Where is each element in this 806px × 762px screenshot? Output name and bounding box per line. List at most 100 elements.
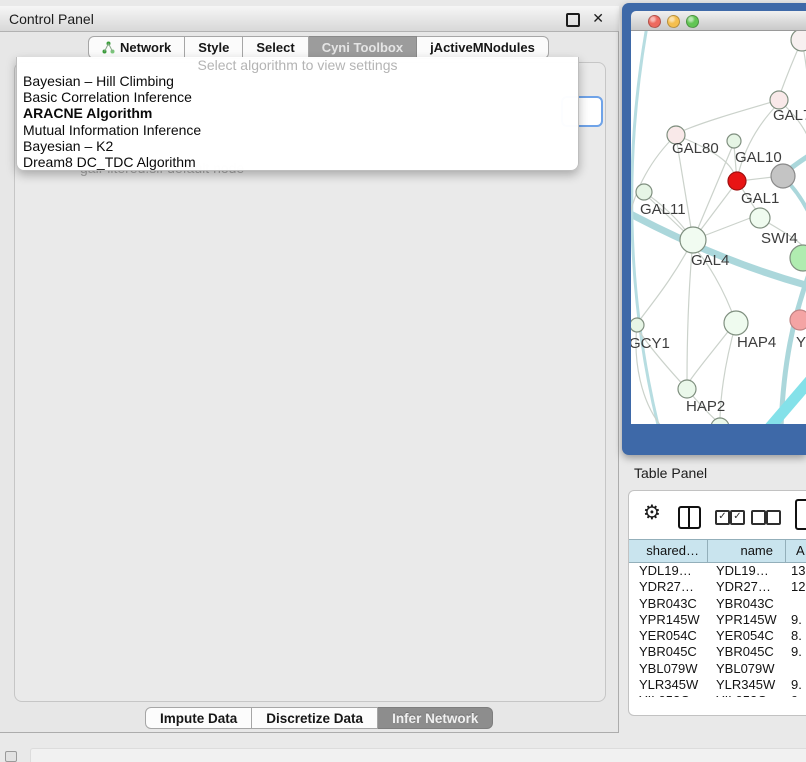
dropdown-item-aracne-algorithm[interactable]: ARACNE Algorithm bbox=[17, 105, 578, 121]
table-cell: YBR045C bbox=[629, 644, 708, 660]
network-node-label: GCY1 bbox=[631, 335, 670, 352]
network-node[interactable] bbox=[790, 245, 806, 271]
network-graph: GAL7GAL80GAL10GAL1SWI4GAL11GAL4GCY1HAP4Y… bbox=[631, 31, 806, 424]
table-cell: YBL079W bbox=[708, 661, 786, 677]
table-cell: YPR145W bbox=[629, 612, 708, 628]
table-row[interactable]: YDL19…YDL19…13 bbox=[629, 563, 806, 579]
network-view-titlebar[interactable] bbox=[631, 11, 806, 31]
table-cell: 9. bbox=[786, 693, 806, 697]
network-node-y[interactable] bbox=[790, 310, 806, 330]
tab-select[interactable]: Select bbox=[243, 36, 308, 59]
settings-gear-icon[interactable]: ⚙ bbox=[643, 500, 661, 525]
network-icon bbox=[102, 41, 115, 54]
close-traffic-light-icon[interactable] bbox=[648, 15, 661, 28]
table-panel-title: Table Panel bbox=[634, 465, 707, 481]
network-node-label: GAL10 bbox=[735, 149, 782, 166]
network-node-gal11[interactable] bbox=[636, 184, 652, 200]
split-columns-icon[interactable] bbox=[678, 506, 701, 529]
tab-infer-network[interactable]: Infer Network bbox=[378, 707, 493, 729]
table-cell: YIL052C bbox=[629, 693, 708, 697]
table-cell: 13 bbox=[786, 563, 806, 579]
column-header-a[interactable]: A bbox=[786, 540, 806, 562]
table-cell: 9. bbox=[786, 677, 806, 693]
dropdown-item-bayesian-hill-climbing[interactable]: Bayesian – Hill Climbing bbox=[17, 73, 578, 89]
control-panel-title: Control Panel bbox=[9, 11, 94, 27]
dropdown-item-mutual-information-inference[interactable]: Mutual Information Inference bbox=[17, 122, 578, 138]
tab-discretize-data[interactable]: Discretize Data bbox=[252, 707, 378, 729]
unchecked-pair-icon[interactable] bbox=[751, 510, 766, 525]
table-cell: YLR345W bbox=[629, 677, 708, 693]
table-cell: YER054C bbox=[708, 628, 786, 644]
network-node-hap2[interactable] bbox=[678, 380, 696, 398]
tab-label: Cyni Toolbox bbox=[322, 40, 403, 55]
tab-label: Select bbox=[256, 40, 294, 55]
table-cell: YDR27… bbox=[708, 579, 786, 595]
network-node[interactable] bbox=[771, 164, 795, 188]
table-cell: 12 bbox=[786, 579, 806, 595]
table-cell: YBR043C bbox=[629, 596, 708, 612]
tab-cyni-toolbox[interactable]: Cyni Toolbox bbox=[309, 36, 417, 59]
column-header-name[interactable]: name bbox=[708, 540, 786, 562]
checked-pair-icon[interactable]: ✓ bbox=[715, 510, 730, 525]
panel-tabs: Network Style Select Cyni Toolbox jActiveMNo… bbox=[88, 36, 549, 59]
network-node-label: HAP2 bbox=[686, 398, 725, 415]
checked-pair-icon[interactable]: ✓ bbox=[730, 510, 745, 525]
table-body: YDL19…YDL19…13YDR27…YDR27…12YBR043CYBR04… bbox=[629, 563, 806, 697]
table-cell: YDL19… bbox=[708, 563, 786, 579]
page-icon[interactable] bbox=[795, 499, 806, 530]
unchecked-pair-icon[interactable] bbox=[766, 510, 781, 525]
dropdown-item-dream8-dc-tdc-algorithm[interactable]: Dream8 DC_TDC Algorithm bbox=[17, 154, 578, 170]
network-node[interactable] bbox=[791, 31, 806, 51]
table-cell: YDR27… bbox=[629, 579, 708, 595]
table-row[interactable]: YPR145WYPR145W9. bbox=[629, 612, 806, 628]
network-node-gal10[interactable] bbox=[727, 134, 741, 148]
tab-label: jActiveMNodules bbox=[430, 40, 535, 55]
network-node-label: GAL4 bbox=[691, 252, 729, 269]
network-node-gal4[interactable] bbox=[680, 227, 706, 253]
network-node-hap4[interactable] bbox=[724, 311, 748, 335]
dropdown-item-basic-correlation-inference[interactable]: Basic Correlation Inference bbox=[17, 89, 578, 105]
node-table: shared…nameA YDL19…YDL19…13YDR27…YDR27…1… bbox=[629, 539, 806, 563]
network-node-swi4[interactable] bbox=[750, 208, 770, 228]
table-cell: YLR345W bbox=[708, 677, 786, 693]
tab-style[interactable]: Style bbox=[185, 36, 243, 59]
column-header-shared-[interactable]: shared… bbox=[629, 540, 708, 562]
table-row[interactable]: YER054CYER054C8. bbox=[629, 628, 806, 644]
table-header-row: shared…nameA bbox=[629, 539, 806, 563]
network-node-gal1[interactable] bbox=[728, 172, 746, 190]
dropdown-item-bayesian-k2[interactable]: Bayesian – K2 bbox=[17, 138, 578, 154]
network-node-gcy1[interactable] bbox=[631, 318, 644, 332]
tab-label: Network bbox=[120, 40, 171, 55]
screen: Control Panel ✕ Network Style Select Cyni T… bbox=[0, 0, 806, 762]
table-row[interactable]: YBL079WYBL079W bbox=[629, 661, 806, 677]
table-row[interactable]: YBR045CYBR045C9. bbox=[629, 644, 806, 660]
close-icon[interactable]: ✕ bbox=[592, 10, 604, 27]
tab-jactivemnodules[interactable]: jActiveMNodules bbox=[417, 36, 549, 59]
tab-impute-data[interactable]: Impute Data bbox=[145, 707, 252, 729]
minimized-window-icon[interactable] bbox=[5, 751, 17, 762]
algorithm-dropdown-menu: Select algorithm to view settings Bayesi… bbox=[16, 57, 579, 171]
table-cell: 9. bbox=[786, 612, 806, 628]
control-panel-titlebar[interactable]: Control Panel ✕ bbox=[0, 6, 619, 32]
minimize-traffic-light-icon[interactable] bbox=[667, 15, 680, 28]
zoom-traffic-light-icon[interactable] bbox=[686, 15, 699, 28]
table-row[interactable]: YDR27…YDR27…12 bbox=[629, 579, 806, 595]
network-canvas[interactable]: GAL7GAL80GAL10GAL1SWI4GAL11GAL4GCY1HAP4Y… bbox=[631, 31, 806, 424]
network-node-label: GAL7 bbox=[773, 107, 806, 124]
network-node-label: HAP4 bbox=[737, 334, 776, 351]
table-row[interactable]: YIL052CYIL052C9. bbox=[629, 693, 806, 697]
table-row[interactable]: YBR043CYBR043C bbox=[629, 596, 806, 612]
table-cell: YBR043C bbox=[708, 596, 786, 612]
table-panel: ⚙ ✓✓ shared…nameA YDL19…YDL19…13YDR27…YDR… bbox=[628, 490, 806, 716]
network-node-label: GAL11 bbox=[640, 201, 686, 218]
tab-label: Style bbox=[198, 40, 229, 55]
float-window-icon[interactable] bbox=[566, 13, 580, 27]
table-cell: YBR045C bbox=[708, 644, 786, 660]
tab-network[interactable]: Network bbox=[88, 36, 185, 59]
network-node-label: GAL1 bbox=[741, 190, 779, 207]
table-toolbar: ⚙ ✓✓ bbox=[629, 491, 806, 539]
thick-teal-edges bbox=[631, 153, 806, 424]
table-row[interactable]: YLR345WYLR345W9. bbox=[629, 677, 806, 693]
network-node-label: SWI4 bbox=[761, 230, 798, 247]
network-node-label: Y bbox=[796, 334, 806, 351]
